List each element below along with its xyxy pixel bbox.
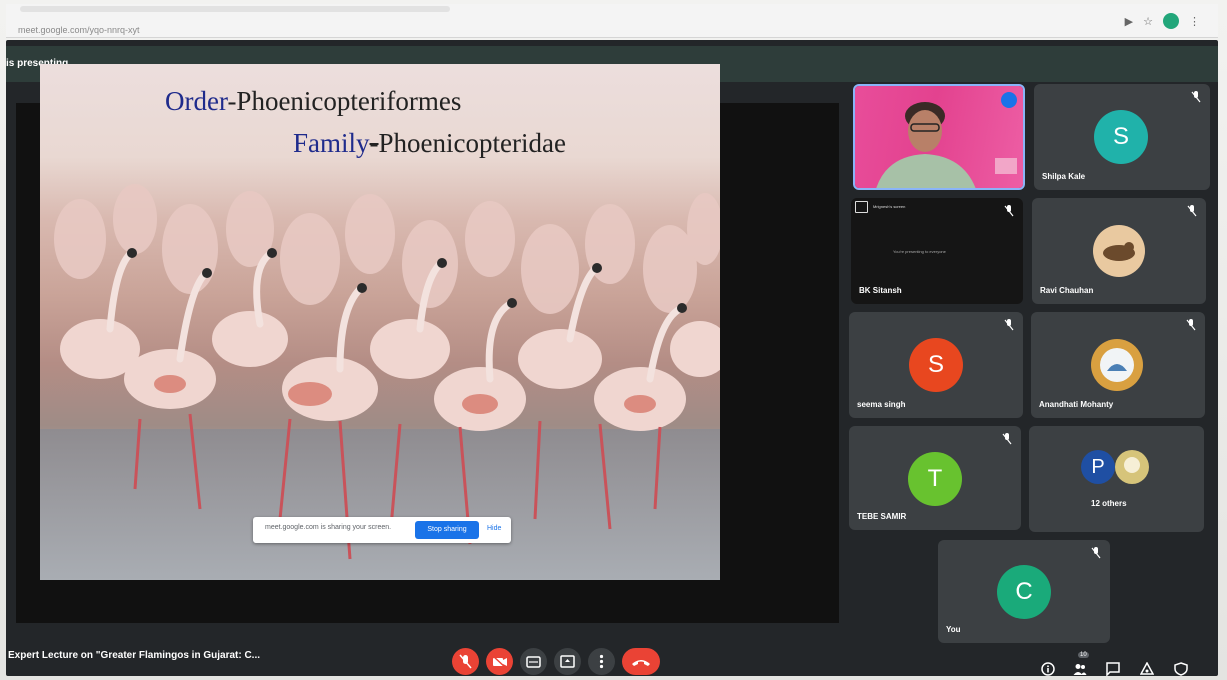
presentation-slide: Order-Phoenicopteriformes Family-Phoenic…: [40, 64, 720, 580]
avatar: T: [908, 452, 962, 506]
camera-toggle-button[interactable]: [486, 648, 513, 675]
participant-tile-others[interactable]: P 12 others: [1029, 426, 1204, 532]
info-icon[interactable]: [1041, 662, 1055, 676]
participant-tile-you[interactable]: C You: [938, 540, 1110, 643]
activities-icon[interactable]: [1140, 662, 1154, 676]
present-now-button[interactable]: [554, 648, 581, 675]
participant-name: seema singh: [857, 400, 906, 409]
family-value: Phoenicopteridae: [378, 128, 566, 158]
meeting-title[interactable]: Expert Lecture on "Greater Flamingos in …: [8, 650, 260, 661]
presenter-video-feed: [876, 102, 1017, 188]
participant-tile-tebe[interactable]: T TEBE SAMIR: [849, 426, 1021, 530]
participant-tile-ravi[interactable]: Ravi Chauhan: [1032, 198, 1206, 304]
participant-name: Ravi Chauhan: [1040, 286, 1094, 295]
participant-name: Shilpa Kale: [1042, 172, 1086, 181]
captions-icon: [526, 656, 541, 668]
mic-off-icon: [1091, 547, 1101, 559]
mic-toggle-button[interactable]: [452, 648, 479, 675]
mic-off-icon: [1004, 205, 1014, 217]
host-controls-icon[interactable]: [1174, 662, 1188, 676]
tab-strip[interactable]: [20, 6, 450, 12]
profile-avatar[interactable]: [1163, 13, 1179, 29]
participant-tile-shilpa[interactable]: S Shilpa Kale: [1034, 84, 1210, 190]
camera-off-icon: [492, 655, 507, 669]
mic-off-icon: [1004, 319, 1014, 331]
avatar-p: P: [1081, 450, 1115, 484]
participant-tile-presenter[interactable]: [853, 84, 1025, 190]
others-count: 12 others: [1091, 499, 1127, 508]
family-label: Family: [293, 128, 370, 158]
slide-title-order: Order-Phoenicopteriformes: [165, 86, 461, 117]
avatar-photo: [1093, 225, 1145, 277]
participant-tile-seema[interactable]: S seema singh: [849, 312, 1023, 418]
mic-off-icon: [459, 654, 472, 669]
participant-tile-bk-sitansh[interactable]: Mrignesh's screen You're presenting to e…: [851, 198, 1023, 304]
screen-sharing-bar: meet.google.com is sharing your screen. …: [253, 517, 511, 543]
people-icon[interactable]: [1073, 662, 1087, 676]
family-dash: -: [369, 128, 379, 158]
sharing-message: meet.google.com is sharing your screen.: [265, 524, 392, 531]
mic-off-icon: [1002, 433, 1012, 445]
avatar: C: [997, 565, 1051, 619]
more-vert-icon: [599, 654, 604, 669]
order-value: -Phoenicopteriformes: [227, 86, 462, 116]
star-icon[interactable]: ☆: [1143, 15, 1153, 28]
participant-tile-anandhati[interactable]: Anandhati Mohanty: [1031, 312, 1205, 418]
avatar: S: [909, 338, 963, 392]
present-screen-icon: [560, 655, 575, 668]
captions-button[interactable]: [520, 648, 547, 675]
avatar: S: [1094, 110, 1148, 164]
avatar-photo: [1091, 339, 1143, 391]
order-label: Order: [165, 86, 228, 116]
browser-actions: ▶ ☆ ⋮: [1125, 12, 1200, 30]
slide-title-family: Family-Phoenicopteridae: [293, 128, 566, 159]
participant-count-badge: 10: [1078, 652, 1089, 658]
mic-off-icon: [1186, 319, 1196, 331]
present-screen-icon: [855, 201, 868, 213]
leave-call-button[interactable]: [622, 648, 660, 675]
avatar-photo: [1115, 450, 1149, 484]
participant-name: Anandhati Mohanty: [1039, 400, 1114, 409]
mic-off-icon: [1191, 91, 1201, 103]
participant-name: TEBE SAMIR: [857, 512, 907, 521]
mic-off-icon: [1187, 205, 1197, 217]
photo-frame: meet.google.com/yqo-nnrq-xyt ▶ ☆ ⋮ is pr…: [0, 0, 1227, 680]
speaking-indicator-icon: [1001, 92, 1017, 108]
cast-icon[interactable]: ▶: [1125, 15, 1133, 28]
hang-up-icon: [632, 660, 650, 666]
chat-icon[interactable]: [1106, 662, 1120, 676]
address-bar[interactable]: meet.google.com/yqo-nnrq-xyt: [16, 24, 1106, 36]
more-vert-icon[interactable]: ⋮: [1189, 15, 1200, 28]
participant-name: BK Sitansh: [859, 286, 902, 295]
browser-toolbar: meet.google.com/yqo-nnrq-xyt ▶ ☆ ⋮: [6, 4, 1218, 38]
more-options-button[interactable]: [588, 648, 615, 675]
presenter-chip: Mrignesh's screen: [873, 204, 906, 209]
hide-link[interactable]: Hide: [487, 525, 501, 532]
stop-sharing-button[interactable]: Stop sharing: [415, 521, 479, 539]
participant-name: You: [946, 625, 961, 634]
presenting-subtext: You're presenting to everyone: [893, 249, 946, 254]
